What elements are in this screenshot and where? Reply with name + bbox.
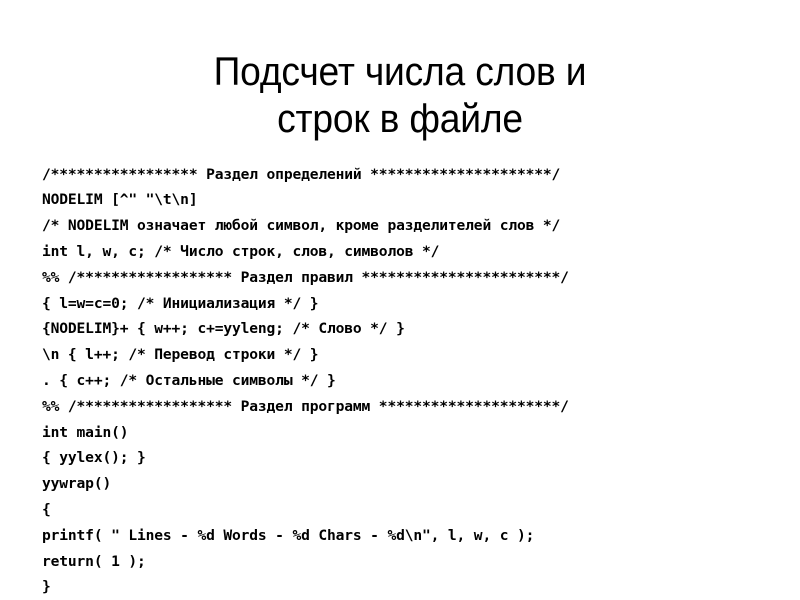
page-title: Подсчет числа слов и строк в файле [213,49,587,141]
code-line: return( 1 ); [42,552,146,570]
slide-canvas: Подсчет числа слов и строк в файле /****… [0,0,800,600]
code-line: { [42,500,51,518]
code-listing: /***************** Раздел определений **… [42,162,762,600]
code-line: %% /****************** Раздел правил ***… [42,268,569,286]
code-line: \n { l++; /* Перевод строки */ } [42,346,319,364]
code-line: {NODELIM}+ { w++; c+=yyleng; /* Слово */… [42,320,405,338]
code-line: NODELIM [^" "\t\n] [42,191,198,209]
code-line: /***************** Раздел определений **… [42,165,561,183]
code-line: } [42,578,51,596]
code-line: . { c++; /* Остальные символы */ } [42,371,336,389]
code-line: %% /****************** Раздел программ *… [42,397,569,415]
code-line: yywrap() [42,475,112,493]
code-line: /* NODELIM означает любой символ, кроме … [42,217,561,235]
code-line: int main() [42,423,129,441]
code-line: { yylex(); } [42,449,146,467]
code-line: printf( " Lines - %d Words - %d Chars - … [42,526,535,544]
code-line: { l=w=c=0; /* Инициализация */ } [42,294,319,312]
code-line: int l, w, c; /* Число строк, слов, симво… [42,242,440,260]
